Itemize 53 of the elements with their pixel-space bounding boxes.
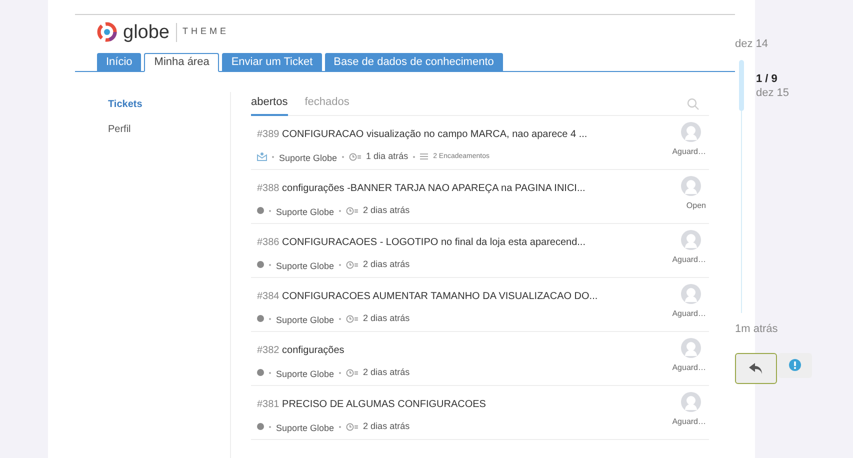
ticket-time: 2 dias atrás — [363, 420, 410, 433]
clock-icon — [346, 314, 358, 323]
ticket-title[interactable]: #384 CONFIGURACOES AUMENTAR TAMANHO DA VISUALIZACAO DO... — [257, 291, 598, 302]
reply-button[interactable] — [735, 352, 777, 384]
sidebar-link[interactable]: Perfil — [108, 122, 230, 137]
agent-name: Suporte Globe — [276, 368, 334, 381]
ticket-time: 2 dias atrás — [363, 312, 410, 325]
clock-icon — [346, 422, 358, 431]
list-tab[interactable]: abertos — [251, 92, 288, 116]
ticket-time: 2 dias atrás — [363, 258, 410, 271]
search-icon[interactable] — [687, 98, 699, 110]
agent-name: Suporte Globe — [276, 422, 334, 435]
clock-icon — [346, 368, 358, 377]
logo-tagline: THEME — [182, 25, 229, 38]
agent-name: Suporte Globe — [276, 314, 334, 327]
logo-icon — [97, 22, 117, 42]
avatar-icon — [681, 176, 701, 196]
list-icon — [420, 153, 428, 160]
timeline-position: 1 / 9 — [756, 72, 778, 86]
agent-name: Suporte Globe — [276, 260, 334, 273]
avatar-icon — [681, 230, 701, 250]
clock-icon — [349, 152, 362, 161]
logo-wordmark: globe — [123, 22, 176, 42]
ticket-title[interactable]: #382 configurações — [257, 345, 344, 356]
timeline-current-date: dez 15 — [756, 86, 790, 100]
avatar-icon — [681, 122, 701, 142]
timeline-thumb[interactable] — [739, 60, 744, 111]
agent-name: Suporte Globe — [276, 206, 334, 219]
agent-name: Suporte Globe — [279, 152, 338, 165]
ticket-status: Open — [686, 200, 707, 212]
nav-tab[interactable]: Minha área — [144, 53, 220, 72]
ticket-time: 2 dias atrás — [363, 366, 410, 379]
ticket-title[interactable]: #386 CONFIGURACAOES - LOGOTIPO no final da loja esta aparecend... — [257, 237, 586, 248]
reply-icon — [749, 362, 763, 374]
ticket-status: Aguard… — [672, 146, 707, 158]
alert-icon — [789, 359, 801, 371]
avatar-icon — [681, 392, 701, 412]
clock-icon — [346, 206, 358, 215]
ticket-title[interactable]: #381 PRECISO DE ALGUMAS CONFIGURACOES — [257, 399, 486, 410]
timeline-start-date: dez 14 — [735, 37, 770, 51]
clock-icon — [346, 260, 358, 269]
sidebar-link[interactable]: Tickets — [108, 97, 230, 112]
ticket-title[interactable]: #389 CONFIGURACAO visualização no campo MARCA, nao aparece 4 ... — [257, 129, 588, 140]
avatar-icon — [681, 338, 701, 358]
ticket-time: 2 dias atrás — [363, 204, 410, 217]
ticket-status: Aguard… — [672, 308, 707, 320]
ticket-time: 1 dia atrás — [366, 150, 408, 163]
ticket-title[interactable]: #388 configurações -BANNER TARJA NAO APAREÇA na PAGINA INICI... — [257, 183, 586, 194]
avatar-icon — [681, 284, 701, 304]
ticket-status: Aguard… — [672, 362, 707, 374]
ticket-status: Aguard… — [672, 254, 707, 266]
timeline-end-time: 1m atrás — [735, 322, 779, 337]
ticket-status: Aguard… — [672, 416, 707, 428]
